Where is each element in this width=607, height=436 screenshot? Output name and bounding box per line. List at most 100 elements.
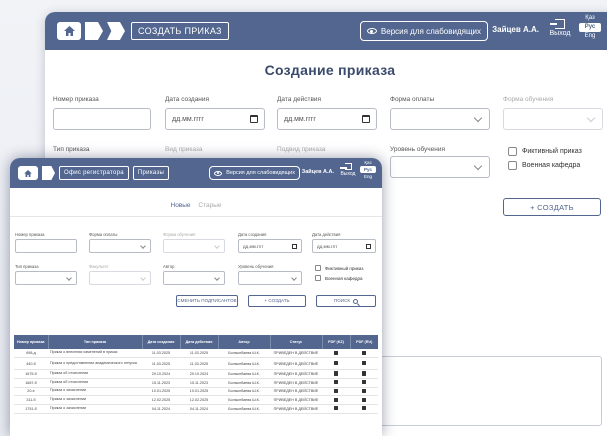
pdf-kz-icon[interactable]: [334, 397, 338, 402]
faculty-select[interactable]: [89, 271, 151, 285]
create-button[interactable]: + СОЗДАТЬ: [248, 295, 306, 307]
column-status[interactable]: Статус: [270, 335, 323, 349]
low-vision-button[interactable]: Версия для слабовидящих: [359, 21, 488, 41]
pdf-ru-icon[interactable]: [362, 388, 366, 393]
study-form-select[interactable]: [163, 239, 225, 253]
breadcrumb-arrow[interactable]: [42, 166, 55, 180]
eye-icon: [214, 170, 223, 176]
pdf-kz-icon[interactable]: [334, 350, 338, 355]
cell-pdf-kz[interactable]: [322, 387, 350, 397]
cell-number: 311-б: [14, 395, 48, 405]
orders-table: Номер приказа Тип приказа Дата создания …: [14, 335, 378, 414]
fictive-order-checkbox[interactable]: [315, 265, 321, 271]
cell-pdf-kz[interactable]: [322, 378, 350, 388]
study-level-label: Уровень обучения: [390, 146, 446, 153]
calendar-icon: [292, 244, 297, 249]
table-row[interactable]: 1687-б Приказ об отчислении 15.11.2023 1…: [14, 378, 378, 388]
create-button[interactable]: + СОЗДАТЬ: [503, 198, 601, 216]
cell-pdf-ru[interactable]: [350, 349, 378, 359]
column-action-date[interactable]: Дата действия: [180, 335, 219, 349]
cell-pdf-ru[interactable]: [350, 387, 378, 397]
cell-pdf-ru[interactable]: [350, 369, 378, 379]
pdf-kz-icon[interactable]: [334, 380, 338, 385]
cell-pdf-ru[interactable]: [350, 404, 378, 414]
cell-created: 04.11.2024: [142, 404, 180, 414]
created-date-input[interactable]: дд.мм.гггг: [165, 108, 265, 130]
comment-textarea[interactable]: [380, 356, 602, 426]
tab-new[interactable]: Новые: [171, 202, 191, 209]
pdf-ru-icon[interactable]: [362, 397, 366, 402]
column-created-date[interactable]: Дата создания: [142, 335, 181, 349]
logout-button[interactable]: Выход: [339, 163, 356, 177]
column-author[interactable]: Автор: [218, 335, 271, 349]
table-row[interactable]: 440-б Приказ о предоставлении академичес…: [14, 357, 378, 371]
lang-ru[interactable]: Рус: [360, 166, 376, 173]
home-button[interactable]: [18, 166, 38, 180]
cell-pdf-ru[interactable]: [350, 395, 378, 405]
action-date-input[interactable]: дд.мм.гггг: [277, 108, 377, 130]
pdf-kz-icon[interactable]: [334, 388, 338, 393]
lang-kz[interactable]: Қаз: [360, 159, 376, 166]
pdf-kz-icon[interactable]: [334, 371, 338, 376]
military-dept-checkbox[interactable]: [315, 275, 321, 281]
low-vision-button[interactable]: Версия для слабовидящих: [209, 166, 300, 180]
breadcrumb-arrow-1[interactable]: [85, 22, 103, 40]
order-number-input[interactable]: [15, 239, 77, 253]
military-dept-label: Военная кафедра: [325, 276, 363, 281]
order-number-input[interactable]: [53, 108, 151, 130]
column-order-number[interactable]: Номер приказа: [14, 335, 49, 349]
lang-kz[interactable]: Қаз: [579, 14, 601, 23]
cell-pdf-kz[interactable]: [322, 395, 350, 405]
study-level-select[interactable]: [238, 271, 302, 285]
eye-icon: [366, 28, 377, 34]
column-pdf-ru[interactable]: PDF (RU): [350, 335, 378, 349]
cell-status: ПРИВЕДЕН В ДЕЙСТВИЕ: [270, 349, 322, 359]
table-row[interactable]: 1675-б Приказ об отчислении 29.10.2024 2…: [14, 369, 378, 379]
table-row[interactable]: 20-е Приказ о зачислении 10.01.2025 10.0…: [14, 387, 378, 397]
cell-pdf-kz[interactable]: [322, 369, 350, 379]
table-row[interactable]: 1751-б Приказ о зачислении 04.11.2024 04…: [14, 404, 378, 414]
logout-button[interactable]: Выход: [549, 19, 571, 37]
table-row[interactable]: 311-б Приказ о зачислении 12.02.2025 12.…: [14, 395, 378, 405]
payment-form-select[interactable]: [390, 108, 490, 130]
author-select[interactable]: [163, 271, 225, 285]
breadcrumb-registrar-office[interactable]: Офис регистратора: [59, 166, 129, 180]
action-date-input[interactable]: дд.мм.гггг: [312, 239, 376, 253]
tab-old[interactable]: Старые: [198, 202, 221, 209]
cell-number: 440-б: [14, 357, 48, 371]
pdf-ru-icon[interactable]: [362, 371, 366, 376]
lang-en[interactable]: Eng: [579, 32, 601, 41]
logout-icon: [339, 163, 352, 170]
cell-status: ПРИВЕДЕН В ДЕЙСТВИЕ: [270, 357, 322, 371]
military-dept-checkbox[interactable]: [508, 161, 517, 170]
cell-pdf-kz[interactable]: [322, 349, 350, 359]
cell-pdf-kz[interactable]: [322, 357, 350, 371]
payment-form-select[interactable]: [89, 239, 151, 253]
pdf-ru-icon[interactable]: [362, 380, 366, 385]
home-button[interactable]: [57, 22, 81, 40]
pdf-ru-icon[interactable]: [362, 406, 366, 411]
cell-created: 15.11.2023: [142, 378, 180, 388]
pdf-ru-icon[interactable]: [362, 361, 366, 366]
table-row[interactable]: 698-д Приказ о внесении изменений в прик…: [14, 349, 378, 359]
pdf-ru-icon[interactable]: [362, 350, 366, 355]
cell-pdf-ru[interactable]: [350, 378, 378, 388]
study-level-select[interactable]: [390, 156, 490, 178]
pdf-kz-icon[interactable]: [334, 361, 338, 366]
change-signers-button[interactable]: СМЕНИТЬ ПОДПИСАНТОВ: [176, 295, 238, 307]
created-date-input[interactable]: дд.мм.гггг: [238, 239, 302, 253]
lang-en[interactable]: Eng: [360, 173, 376, 180]
cell-pdf-kz[interactable]: [322, 404, 350, 414]
lang-ru[interactable]: Рус: [579, 23, 601, 32]
study-form-select[interactable]: [503, 108, 603, 130]
search-button[interactable]: ПОИСК: [316, 295, 376, 307]
pdf-kz-icon[interactable]: [334, 406, 338, 411]
column-pdf-kz[interactable]: PDF (KZ): [322, 335, 351, 349]
order-type-select[interactable]: [15, 271, 77, 285]
column-order-type[interactable]: Тип приказа: [48, 335, 143, 349]
breadcrumb-arrow-2[interactable]: [107, 22, 125, 40]
cell-pdf-ru[interactable]: [350, 357, 378, 371]
chevron-down-icon: [214, 242, 220, 249]
cell-action: 10.01.2025: [180, 387, 218, 397]
fictive-order-checkbox[interactable]: [508, 147, 517, 156]
